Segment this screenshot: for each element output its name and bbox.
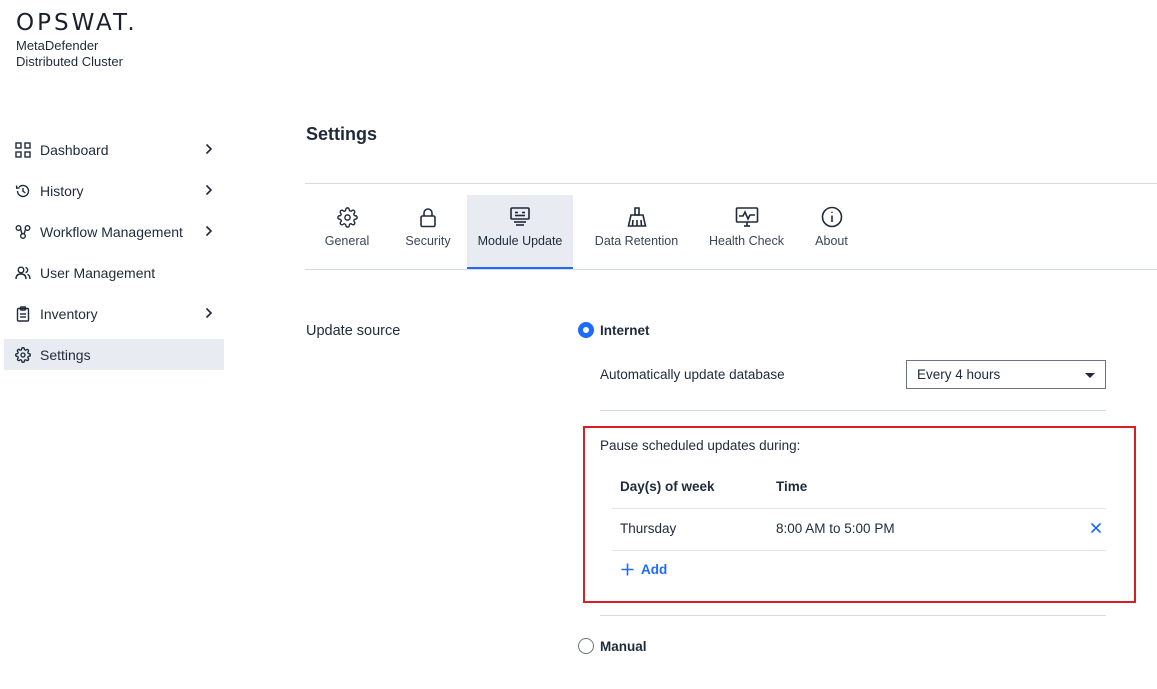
brand: OPSWAT. MetaDefender Distributed Cluster	[16, 10, 138, 70]
column-header-time: Time	[776, 479, 808, 494]
divider	[305, 183, 1157, 184]
sidebar-item-label: Settings	[40, 346, 91, 363]
sidebar-item-label: Inventory	[40, 305, 98, 322]
caret-down-icon	[1085, 373, 1095, 378]
product-name-line1: MetaDefender	[16, 38, 99, 53]
table-divider	[612, 550, 1106, 551]
row-time: 8:00 AM to 5:00 PM	[776, 521, 895, 536]
workflow-icon	[14, 223, 32, 241]
history-icon	[14, 182, 32, 200]
tab-label: General	[324, 234, 370, 248]
users-icon	[14, 264, 32, 282]
auto-update-label: Automatically update database	[600, 367, 785, 382]
tab-about[interactable]: About	[793, 195, 870, 270]
manual-radio[interactable]: Manual	[578, 638, 647, 654]
update-source-label: Update source	[306, 323, 401, 339]
module-update-icon	[508, 205, 532, 229]
chevron-right-icon	[202, 224, 216, 238]
manual-radio-label: Manual	[600, 638, 647, 654]
gear-icon	[14, 346, 32, 364]
product-name-line2: Distributed Cluster	[16, 54, 123, 69]
remove-row-button[interactable]	[1089, 521, 1103, 535]
auto-update-select[interactable]: Every 4 hours	[906, 360, 1106, 389]
sidebar-item-dashboard[interactable]: Dashboard	[4, 134, 224, 165]
lock-icon	[416, 205, 440, 229]
tab-module-update[interactable]: Module Update	[467, 195, 573, 270]
sidebar-item-settings[interactable]: Settings	[4, 339, 224, 370]
gear-icon	[335, 205, 359, 229]
monitor-pulse-icon	[735, 205, 759, 229]
radio-unselected-icon	[578, 638, 594, 654]
sidebar-item-workflow-management[interactable]: Workflow Management	[4, 216, 224, 247]
pause-updates-label: Pause scheduled updates during:	[600, 438, 801, 453]
clipboard-icon	[14, 305, 32, 323]
tab-general[interactable]: General	[305, 195, 389, 270]
sidebar: Dashboard History Workflow Management Us…	[4, 134, 224, 380]
broom-icon	[625, 205, 649, 229]
tab-data-retention[interactable]: Data Retention	[573, 195, 700, 270]
tab-label: Data Retention	[594, 234, 679, 248]
sidebar-item-user-management[interactable]: User Management	[4, 257, 224, 288]
add-schedule-button[interactable]: Add	[620, 562, 667, 577]
row-day: Thursday	[620, 521, 677, 536]
tab-label: Health Check	[708, 234, 785, 248]
add-label: Add	[641, 562, 668, 577]
page-title: Settings	[306, 124, 378, 144]
chevron-right-icon	[202, 142, 216, 156]
tabs-divider	[305, 269, 1157, 270]
tab-label: About	[815, 234, 848, 248]
sidebar-item-label: History	[40, 182, 84, 199]
tab-health-check[interactable]: Health Check	[700, 195, 793, 270]
plus-icon	[620, 563, 634, 577]
tab-security[interactable]: Security	[389, 195, 467, 270]
sidebar-item-inventory[interactable]: Inventory	[4, 298, 224, 329]
radio-selected-icon	[578, 322, 594, 338]
settings-tabs: General Security Module Update Data Rete…	[305, 195, 870, 270]
table-divider	[612, 508, 1106, 509]
internet-radio-label: Internet	[600, 322, 650, 338]
tab-label: Module Update	[477, 234, 563, 248]
tab-label: Security	[405, 234, 451, 248]
close-icon	[1090, 522, 1102, 534]
column-header-days: Day(s) of week	[620, 479, 715, 494]
sidebar-item-history[interactable]: History	[4, 175, 224, 206]
opswat-logo: OPSWAT.	[16, 10, 138, 36]
sidebar-item-label: Dashboard	[40, 141, 109, 158]
divider	[600, 410, 1106, 411]
sidebar-item-label: Workflow Management	[40, 223, 183, 240]
chevron-right-icon	[202, 183, 216, 197]
divider	[600, 615, 1106, 616]
grid-icon	[14, 141, 32, 159]
internet-radio[interactable]: Internet	[578, 322, 650, 338]
auto-update-value: Every 4 hours	[917, 367, 1001, 382]
chevron-right-icon	[202, 306, 216, 320]
info-icon	[820, 205, 844, 229]
sidebar-item-label: User Management	[40, 264, 156, 281]
